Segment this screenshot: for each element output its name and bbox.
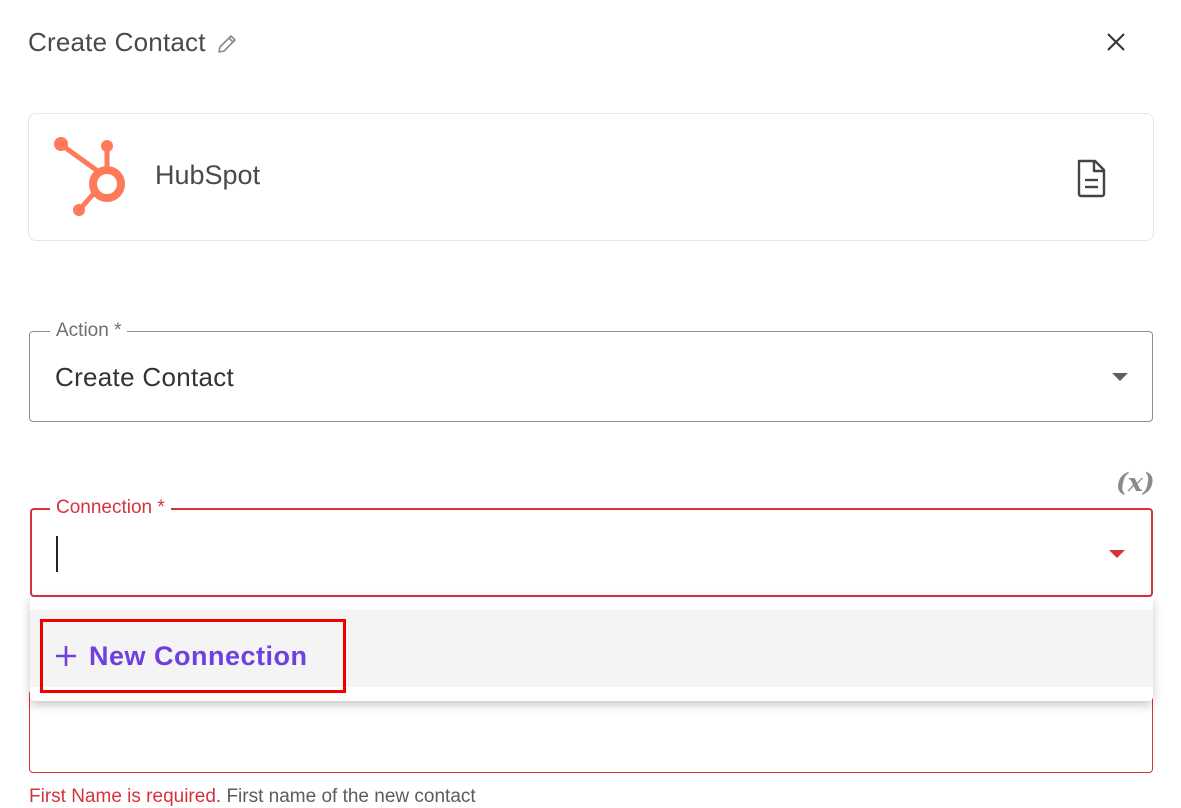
hubspot-logo-icon: [51, 136, 135, 220]
dialog-title: Create Contact: [28, 26, 206, 57]
first-name-error: First Name is required: [29, 786, 216, 807]
plus-icon: [56, 646, 76, 666]
action-select[interactable]: Action * Create Contact: [29, 320, 1153, 422]
action-value: Create Contact: [55, 362, 235, 392]
action-dropdown-arrow-icon[interactable]: [1112, 373, 1128, 381]
dialog-header: Create Contact: [28, 24, 238, 60]
first-name-input[interactable]: [29, 690, 1153, 773]
highlight-box: New Connection: [40, 619, 346, 693]
pencil-icon[interactable]: [216, 31, 238, 53]
first-name-description: . First name of the new contact: [215, 786, 476, 807]
connection-label: Connection *: [50, 497, 171, 519]
connection-select[interactable]: Connection *: [30, 497, 1153, 597]
connection-dropdown-menu: New Connection: [30, 597, 1153, 701]
close-button[interactable]: [1098, 24, 1134, 60]
app-name: HubSpot: [155, 160, 261, 190]
document-icon: [1077, 159, 1106, 198]
new-connection-label: New Connection: [89, 640, 308, 671]
app-card: HubSpot: [28, 113, 1154, 241]
document-button[interactable]: [1073, 158, 1109, 198]
new-connection-option[interactable]: New Connection: [30, 610, 1153, 693]
connection-dropdown-arrow-icon[interactable]: [1109, 550, 1125, 558]
action-label: Action *: [50, 320, 128, 342]
text-cursor: [56, 536, 58, 572]
close-icon: [1107, 33, 1125, 51]
variable-toggle-button[interactable]: (x): [1116, 468, 1155, 497]
